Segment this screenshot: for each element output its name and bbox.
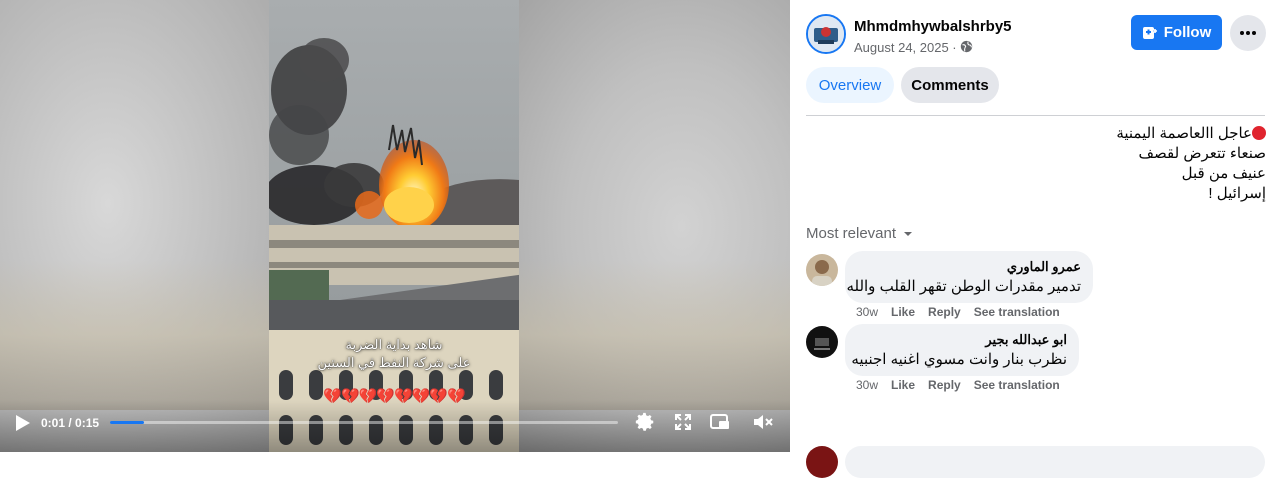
comment-bubble [845, 446, 1265, 478]
commenter-name[interactable]: عمرو الماوري [857, 259, 1081, 275]
comment-text: تدمير مقدرات الوطن تقهر القلب والله [846, 278, 1081, 295]
author-avatar[interactable] [806, 14, 846, 54]
follow-button[interactable]: Follow [1131, 15, 1222, 50]
video-caption: شاهد بداية الضربة على شركة النفط في الست… [269, 336, 519, 372]
comment-sort-dropdown[interactable]: Most relevant [806, 225, 914, 242]
globe-icon [960, 40, 973, 53]
video-frame: شاهد بداية الضربة على شركة النفط في الست… [269, 0, 519, 452]
comment-bubble: عمرو الماوري تدمير مقدرات الوطن تقهر الق… [845, 251, 1093, 303]
post-date[interactable]: August 24, 2025 · [854, 40, 957, 55]
see-translation-button[interactable]: See translation [974, 305, 1060, 319]
chevron-down-icon [904, 231, 913, 236]
post-text-line: عنيف من قبل [1181, 165, 1266, 182]
video-player[interactable]: شاهد بداية الضربة على شركة النفط في الست… [0, 0, 790, 452]
video-caption-line-2: على شركة النفط في الستين [317, 355, 471, 370]
fullscreen-icon[interactable] [672, 411, 694, 433]
post-text-line: صنعاء تتعرض لقصف [1138, 145, 1267, 162]
post-text-line: عاجل االعاصمة اليمنية [966, 124, 1266, 144]
post-text: عاجل االعاصمة اليمنية صنعاء تتعرض لقصف ع… [966, 124, 1266, 204]
comment-bubble: ابو عبدالله بجير نظرب بنار وانت مسوي اغن… [845, 324, 1079, 376]
comment-time[interactable]: 30w [856, 305, 878, 319]
reply-button[interactable]: Reply [928, 305, 961, 319]
see-translation-button[interactable]: See translation [974, 378, 1060, 392]
video-blur-right [519, 0, 790, 452]
comment-time[interactable]: 30w [856, 378, 878, 392]
like-button[interactable]: Like [891, 305, 915, 319]
follow-label: Follow [1163, 24, 1212, 41]
progress-fill [110, 421, 144, 424]
play-icon[interactable] [12, 412, 32, 434]
video-caption-line-1: شاهد بداية الضربة [345, 337, 443, 352]
post-text-line: إسرائيل ! [1208, 185, 1266, 202]
pip-icon[interactable] [709, 411, 731, 433]
commenter-avatar[interactable] [806, 446, 838, 478]
tab-comments[interactable]: Comments [901, 67, 999, 103]
video-time: 0:01 / 0:15 [41, 416, 100, 430]
post-panel: Mhmdmhywbalshrby5 August 24, 2025 · Foll… [790, 0, 1284, 478]
more-icon[interactable] [1230, 15, 1266, 51]
comment-actions: 30w Like Reply See translation [856, 378, 1060, 392]
red-circle-icon [1252, 126, 1266, 140]
progress-bar[interactable] [110, 421, 618, 424]
follow-icon [1142, 26, 1157, 39]
comment-sort-label: Most relevant [806, 225, 897, 242]
video-controls: 0:01 / 0:15 [0, 400, 790, 452]
commenter-avatar[interactable] [806, 254, 838, 286]
author-name[interactable]: Mhmdmhywbalshrby5 [854, 18, 1012, 35]
reply-button[interactable]: Reply [928, 378, 961, 392]
video-scene [269, 0, 519, 452]
divider [806, 115, 1265, 116]
video-blur-left [0, 0, 269, 452]
settings-icon[interactable] [634, 411, 656, 433]
like-button[interactable]: Like [891, 378, 915, 392]
tab-overview[interactable]: Overview [806, 67, 894, 103]
commenter-avatar[interactable] [806, 326, 838, 358]
comment-actions: 30w Like Reply See translation [856, 305, 1060, 319]
mute-icon[interactable] [752, 411, 774, 433]
commenter-name[interactable]: ابو عبدالله بجير [857, 332, 1067, 348]
comment-text: نظرب بنار وانت مسوي اغنيه اجنبيه [851, 351, 1067, 368]
